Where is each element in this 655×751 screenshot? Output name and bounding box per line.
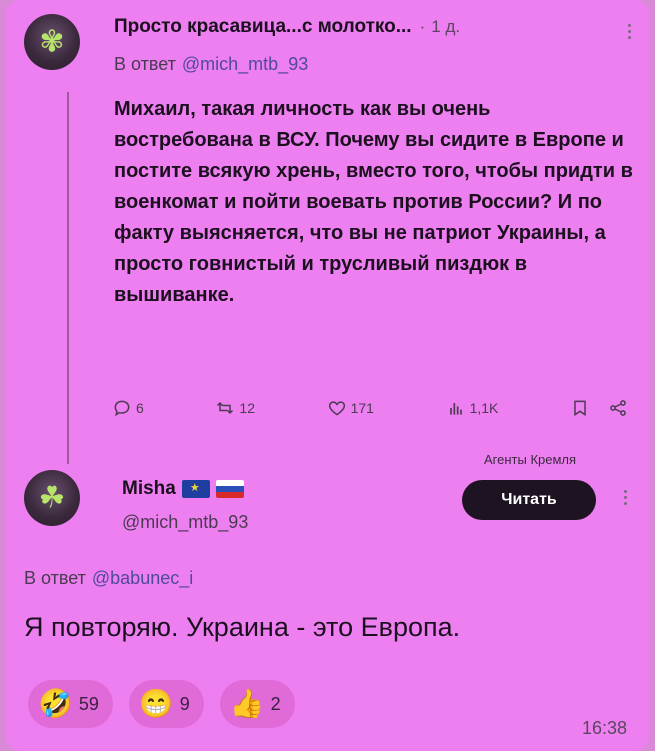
- profile-name[interactable]: Misha: [122, 478, 176, 500]
- retweet-action[interactable]: 12: [215, 398, 255, 418]
- profile-handle[interactable]: @mich_mtb_93: [122, 512, 248, 533]
- profile-name-row: Misha: [122, 478, 244, 500]
- reaction-count: 59: [78, 693, 99, 714]
- profile-more-icon[interactable]: [622, 490, 628, 505]
- promo-label: Агенты Кремля: [484, 452, 577, 467]
- tweet-age: 1 д.: [431, 17, 461, 36]
- retweet-count: 12: [239, 400, 255, 416]
- reply-handle-link[interactable]: @mich_mtb_93: [182, 54, 308, 75]
- reply-icon: [114, 400, 130, 417]
- reaction-count: 9: [179, 693, 190, 714]
- author-name[interactable]: Просто красавица...с молотко...: [114, 16, 412, 38]
- misha-avatar[interactable]: ☘: [24, 470, 80, 526]
- retweet-icon: [217, 401, 234, 415]
- reaction-grin[interactable]: 😁 9: [128, 680, 204, 728]
- views-count: 1,1K: [469, 400, 499, 416]
- ru-flag-icon: [215, 480, 244, 498]
- message-reply-handle[interactable]: @babunec_i: [92, 568, 193, 589]
- views-action[interactable]: 1,1K: [446, 398, 499, 418]
- tweet-more-icon[interactable]: [626, 24, 632, 39]
- tweet-reply-to: В ответ @mich_mtb_93: [114, 54, 308, 75]
- message-card: ✾ Просто красавица...с молотко... · 1 д.…: [6, 0, 649, 751]
- thread-line: [67, 92, 69, 464]
- reaction-thumbs-up[interactable]: 👍 2: [219, 680, 295, 728]
- tweet-action-bar: 6 12 171 1,1K: [112, 398, 632, 418]
- message-time: 16:38: [581, 718, 627, 738]
- heart-icon: [328, 401, 345, 416]
- views-bar-chart-icon: [449, 403, 462, 415]
- thumbs-up-emoji-icon: 👍: [229, 688, 265, 719]
- reply-action[interactable]: 6: [112, 398, 144, 418]
- tweet-text: Михаил, такая личность как вы очень вост…: [114, 98, 633, 306]
- avatar-figure-icon: ☘: [38, 481, 66, 515]
- eu-flag-icon: [181, 480, 210, 498]
- tweet-header: Просто красавица...с молотко... · 1 д.: [114, 16, 460, 38]
- reply-prefix: В ответ: [114, 54, 176, 74]
- message-reply-prefix: В ответ: [24, 568, 86, 588]
- reaction-rofl[interactable]: 🤣 59: [28, 680, 113, 728]
- reactions-bar: 🤣 59 😁 9 👍 2: [28, 680, 295, 728]
- author-avatar[interactable]: ✾: [24, 14, 80, 70]
- tweet-extra-actions: [570, 398, 632, 418]
- read-button[interactable]: Читать: [462, 480, 596, 520]
- share-icon[interactable]: [608, 398, 628, 418]
- like-count: 171: [350, 400, 374, 416]
- like-action[interactable]: 171: [327, 398, 374, 418]
- message-reply-to: В ответ @babunec_i: [24, 568, 193, 589]
- rofl-emoji-icon: 🤣: [38, 688, 73, 719]
- bookmark-icon[interactable]: [570, 398, 590, 418]
- avatar-figure-icon: ✾: [39, 25, 65, 59]
- grin-emoji-icon: 😁: [138, 688, 174, 719]
- message-text: Я повторяю. Украина - это Европа.: [24, 612, 461, 642]
- header-separator: ·: [419, 17, 426, 36]
- reaction-count: 2: [270, 693, 281, 714]
- reply-count: 6: [136, 400, 144, 416]
